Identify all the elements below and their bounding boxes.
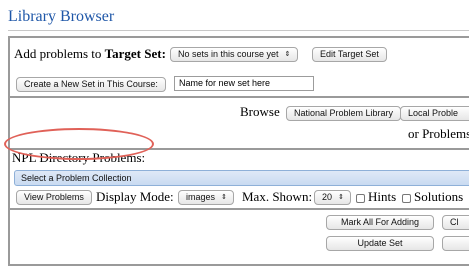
new-set-name-input[interactable]: Name for new set here: [174, 76, 314, 91]
target-set-row: Add problems to Target Set: No sets in t…: [10, 38, 469, 98]
mark-all-for-adding-button[interactable]: Mark All For Adding: [326, 215, 434, 230]
page-title: Library Browser: [8, 8, 115, 25]
annotation-highlight-ellipse: [4, 128, 154, 160]
select-arrows-icon: ⇕: [284, 51, 291, 58]
target-set-label: Add problems to Target Set:: [14, 46, 166, 61]
r-button[interactable]: R: [442, 236, 469, 251]
display-mode-label: Display Mode:: [96, 189, 174, 204]
display-mode-select[interactable]: images ⇕: [178, 190, 235, 205]
or-problems-text: or Problems: [408, 126, 469, 141]
max-shown-select[interactable]: 20 ⇕: [314, 190, 352, 205]
hints-option[interactable]: Hints: [356, 189, 396, 205]
select-arrows-icon: ⇕: [338, 194, 345, 201]
clear-button[interactable]: Cl: [442, 215, 469, 230]
solutions-option[interactable]: Solutions: [402, 189, 463, 205]
select-arrows-icon: ⇕: [221, 194, 228, 201]
hints-checkbox[interactable]: [356, 193, 365, 203]
browse-label: Browse: [240, 104, 280, 119]
national-problem-library-button[interactable]: National Problem Library: [286, 106, 402, 121]
max-shown-label: Max. Shown:: [242, 189, 313, 204]
local-problems-button[interactable]: Local Proble: [400, 106, 469, 121]
update-set-button[interactable]: Update Set: [326, 236, 434, 251]
create-set-button[interactable]: Create a New Set in This Course:: [16, 77, 166, 92]
edit-target-set-button[interactable]: Edit Target Set: [312, 47, 387, 62]
target-set-label-bold: Target Set:: [104, 46, 166, 61]
problem-collection-select[interactable]: Select a Problem Collection: [14, 170, 469, 186]
view-problems-button[interactable]: View Problems: [16, 190, 92, 205]
solutions-checkbox[interactable]: [402, 193, 411, 203]
npl-row-divider: [10, 208, 469, 210]
target-set-select[interactable]: No sets in this course yet ⇕: [170, 47, 298, 62]
title-divider: [8, 30, 469, 31]
